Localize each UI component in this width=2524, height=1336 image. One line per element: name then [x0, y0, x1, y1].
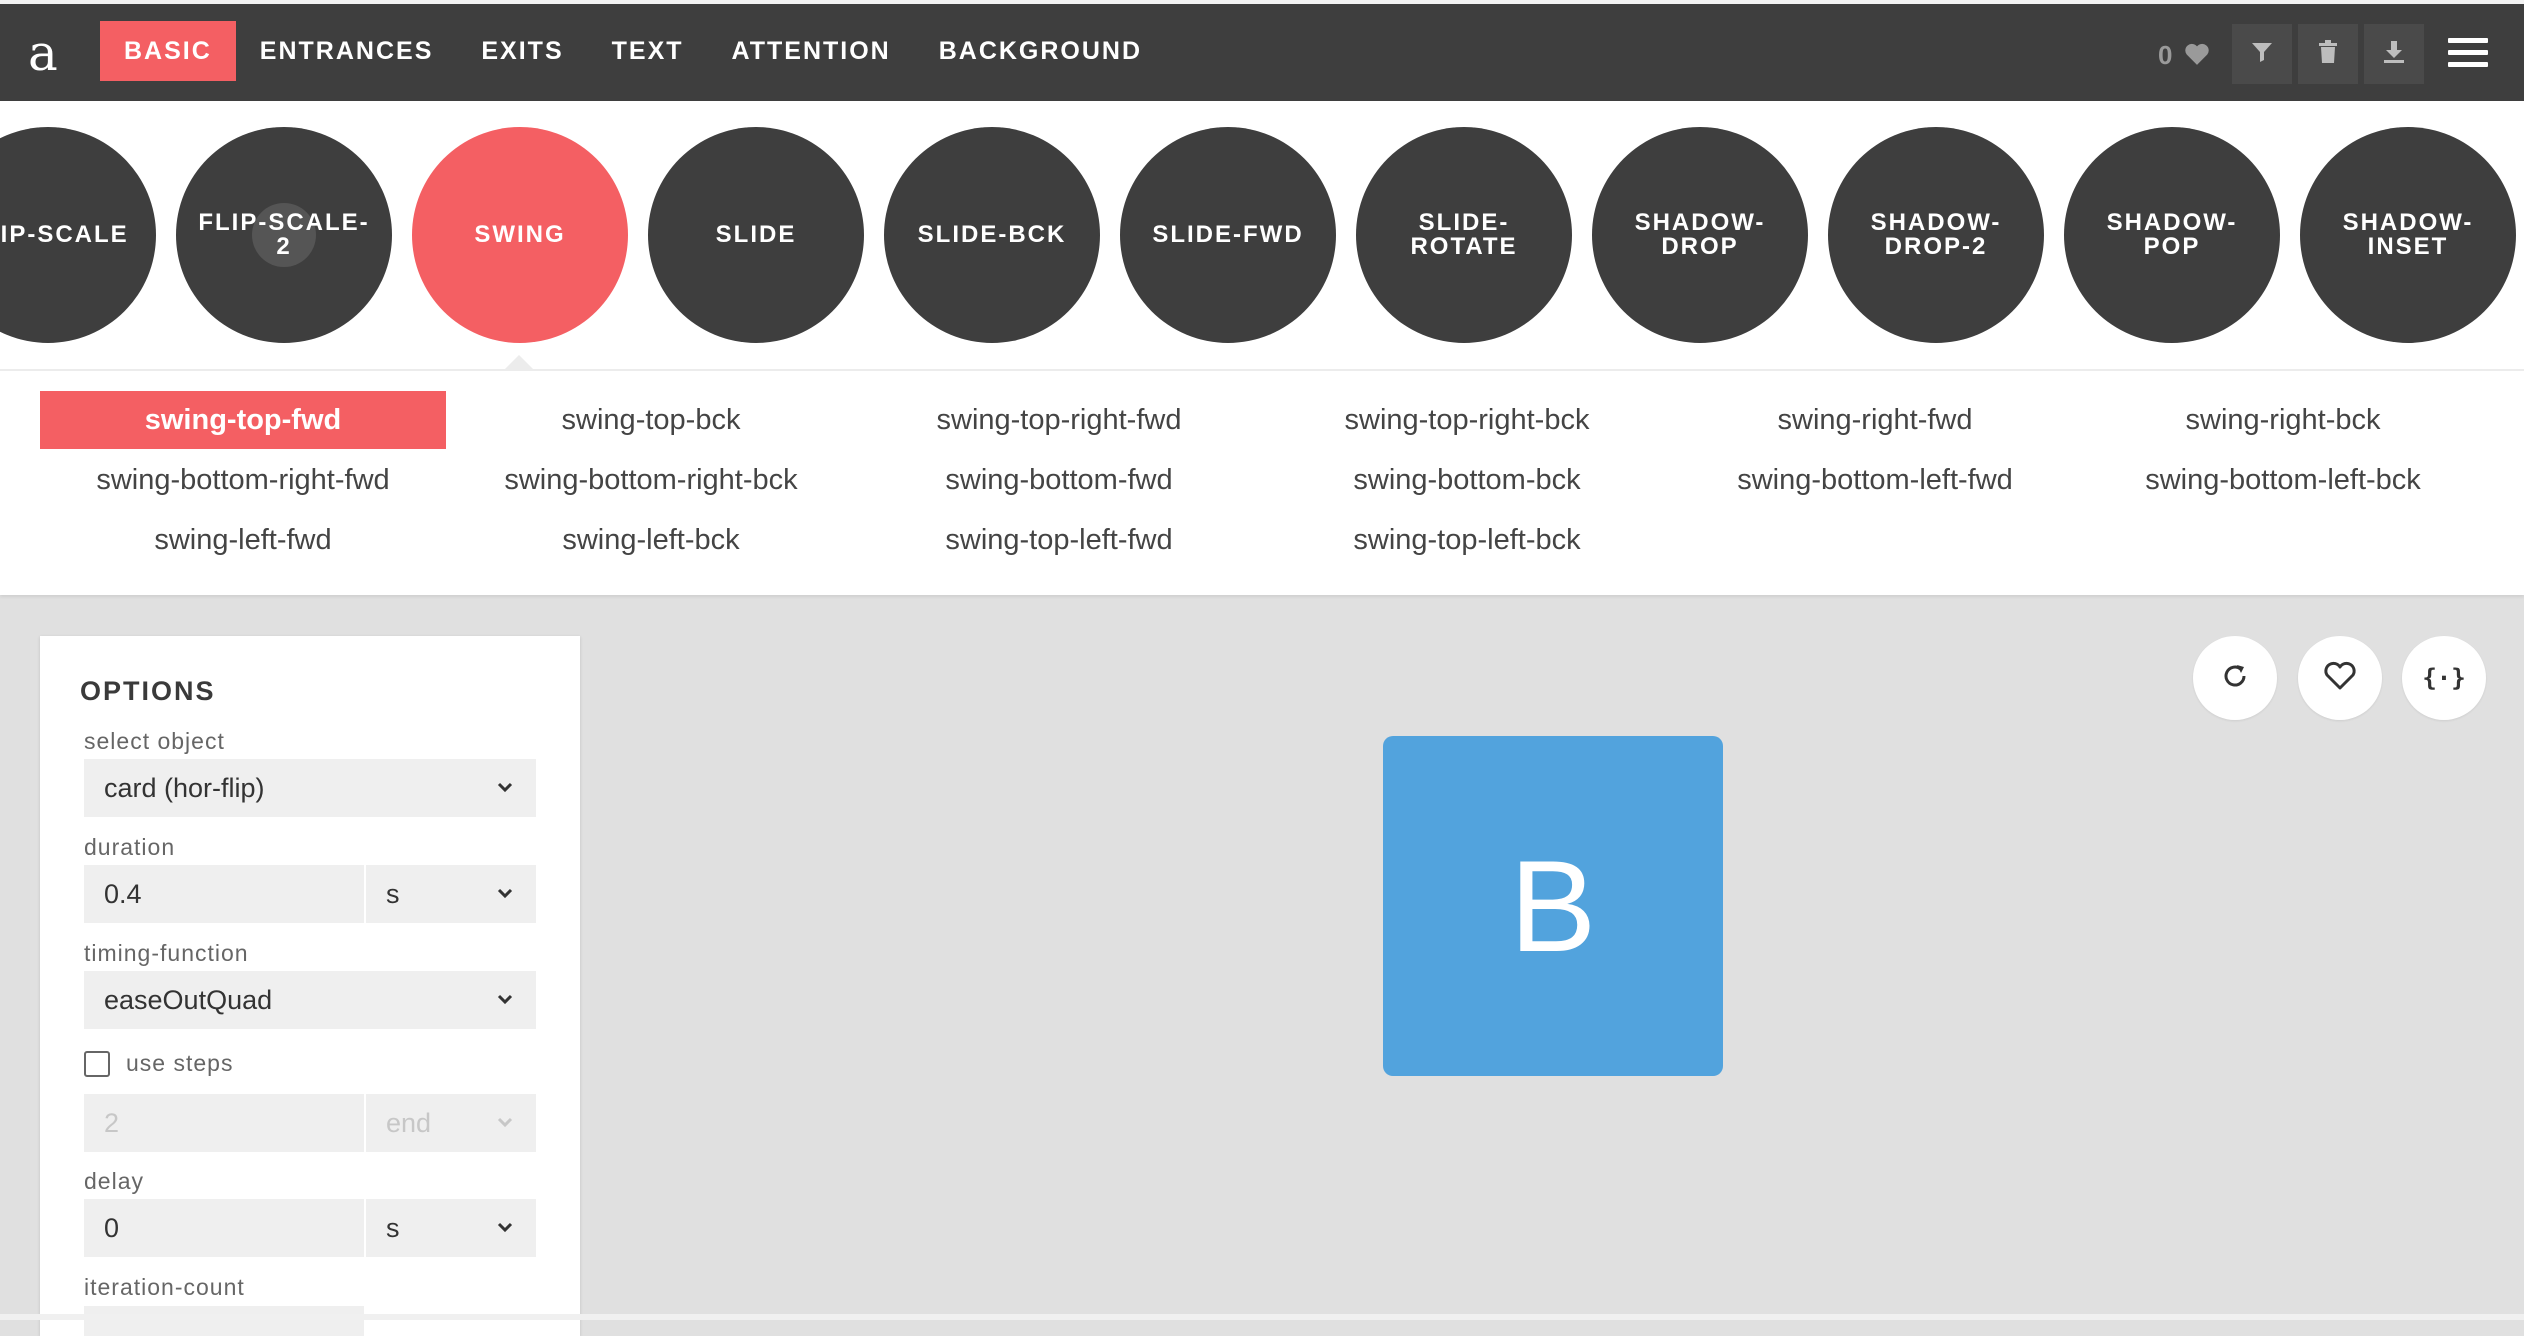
chevron-down-icon	[496, 971, 514, 1049]
options-panel: OPTIONS select object card (hor-flip) du…	[40, 636, 580, 1336]
animation-flip-scale-2[interactable]: FLIP-SCALE-2	[176, 127, 392, 343]
favorites-counter[interactable]: 0	[2158, 40, 2210, 70]
delay-unit-select[interactable]: s	[366, 1199, 536, 1257]
select-object-dropdown[interactable]: card (hor-flip)	[84, 759, 536, 817]
variant-item[interactable]: swing-left-bck	[448, 511, 854, 569]
variant-item[interactable]: swing-bottom-right-bck	[448, 451, 854, 509]
favorites-count: 0	[2158, 40, 2173, 70]
animation-slide-fwd[interactable]: SLIDE-FWD	[1120, 127, 1336, 343]
download-button[interactable]	[2364, 24, 2424, 84]
heart-icon	[2184, 42, 2210, 72]
delay-label: delay	[84, 1168, 144, 1194]
animation-swing[interactable]: SWING	[412, 127, 628, 343]
code-button[interactable]: {·}	[2402, 636, 2486, 720]
duration-input[interactable]: 0.4	[84, 865, 364, 923]
tab-attention[interactable]: ATTENTION	[708, 21, 915, 81]
animation-flip-scale[interactable]: FLIP-SCALE	[0, 127, 156, 343]
logo[interactable]: a	[28, 18, 72, 88]
animation-shadow-pop[interactable]: SHADOW-POP	[2064, 127, 2280, 343]
duration-unit-select[interactable]: s	[366, 865, 536, 923]
tab-text[interactable]: TEXT	[588, 21, 708, 81]
duration-label: duration	[84, 834, 176, 860]
options-title: OPTIONS	[80, 676, 216, 706]
variant-item[interactable]: swing-right-fwd	[1672, 391, 2078, 449]
steps-position-select[interactable]: end	[366, 1094, 536, 1152]
selection-pointer	[505, 355, 533, 369]
animation-slide-bck[interactable]: SLIDE-BCK	[884, 127, 1100, 343]
tab-exits[interactable]: EXITS	[457, 21, 587, 81]
card-letter: B	[1509, 833, 1597, 979]
variant-item[interactable]: swing-top-left-fwd	[856, 511, 1262, 569]
tab-entrances[interactable]: ENTRANCES	[236, 21, 458, 81]
top-navbar: a BASIC ENTRANCES EXITS TEXT ATTENTION B…	[0, 0, 2524, 101]
variant-item[interactable]: swing-bottom-left-bck	[2080, 451, 2486, 509]
use-steps-label: use steps	[126, 1050, 234, 1076]
preview-card: B	[1383, 736, 1723, 1076]
variant-item[interactable]: swing-top-right-bck	[1264, 391, 1670, 449]
select-object-label: select object	[84, 728, 225, 754]
iteration-count-label: iteration-count	[84, 1274, 245, 1300]
variant-item[interactable]: swing-bottom-right-fwd	[40, 451, 446, 509]
delay-input[interactable]: 0	[84, 1199, 364, 1257]
timing-function-dropdown[interactable]: easeOutQuad	[84, 971, 536, 1029]
iteration-count-input[interactable]	[84, 1306, 364, 1336]
bottom-scrollbar-track	[0, 1314, 2524, 1320]
animation-shadow-inset[interactable]: SHADOW-INSET	[2300, 127, 2516, 343]
chevron-down-icon	[496, 1094, 514, 1172]
trash-icon	[2318, 39, 2338, 69]
steps-count-input[interactable]: 2	[84, 1094, 364, 1152]
variant-item[interactable]: swing-bottom-bck	[1264, 451, 1670, 509]
variant-item[interactable]: swing-top-bck	[448, 391, 854, 449]
favorite-button[interactable]	[2298, 636, 2382, 720]
variant-item[interactable]: swing-bottom-left-fwd	[1672, 451, 2078, 509]
heart-icon	[2323, 661, 2357, 696]
variant-list: swing-top-fwd swing-top-bck swing-top-ri…	[0, 371, 2524, 595]
animation-shadow-drop-2[interactable]: SHADOW-DROP-2	[1828, 127, 2044, 343]
hamburger-icon[interactable]	[2448, 38, 2488, 70]
filter-icon	[2251, 41, 2273, 68]
tab-basic[interactable]: BASIC	[100, 21, 236, 81]
variant-item[interactable]: swing-bottom-fwd	[856, 451, 1262, 509]
chevron-down-icon	[496, 865, 514, 943]
tab-background[interactable]: BACKGROUND	[915, 21, 1166, 81]
variant-item[interactable]: swing-left-fwd	[40, 511, 446, 569]
animation-slide-rotate[interactable]: SLIDE-ROTATE	[1356, 127, 1572, 343]
category-tabs: BASIC ENTRANCES EXITS TEXT ATTENTION BAC…	[100, 21, 1166, 81]
variant-item[interactable]: swing-top-left-bck	[1264, 511, 1670, 569]
download-icon	[2383, 40, 2405, 69]
variant-item[interactable]: swing-top-fwd	[40, 391, 446, 449]
timing-function-label: timing-function	[84, 940, 249, 966]
variant-item[interactable]: swing-right-bck	[2080, 391, 2486, 449]
animation-slide[interactable]: SLIDE	[648, 127, 864, 343]
replay-button[interactable]	[2193, 636, 2277, 720]
filter-button[interactable]	[2232, 24, 2292, 84]
chevron-down-icon	[496, 1199, 514, 1277]
chevron-down-icon	[496, 759, 514, 837]
replay-icon	[2220, 661, 2250, 696]
animation-shadow-drop[interactable]: SHADOW-DROP	[1592, 127, 1808, 343]
code-icon: {·}	[2422, 664, 2466, 692]
use-steps-checkbox[interactable]	[84, 1051, 110, 1077]
variant-item[interactable]: swing-top-right-fwd	[856, 391, 1262, 449]
trash-button[interactable]	[2298, 24, 2358, 84]
animation-carousel: FLIP-SCALE FLIP-SCALE-2 SWING SLIDE SLID…	[0, 101, 2524, 369]
